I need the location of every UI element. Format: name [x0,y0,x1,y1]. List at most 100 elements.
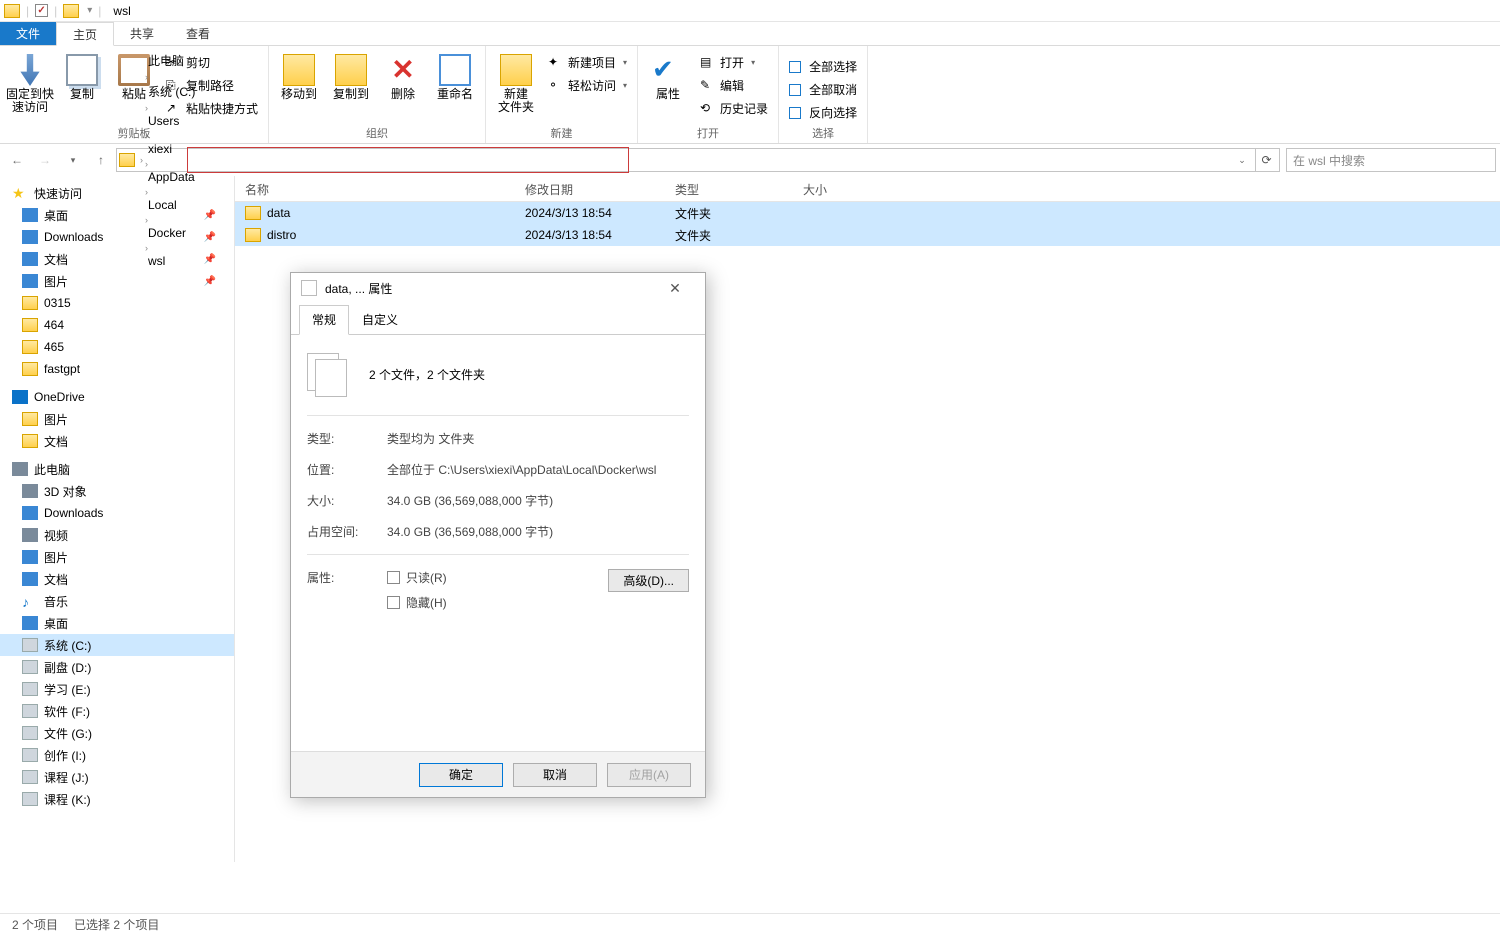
nav-icon [22,572,38,586]
breadcrumb-item[interactable]: xiexi [144,142,199,156]
select-all-button[interactable]: 全部选择 [785,56,861,77]
delete-button[interactable]: ✕删除 [379,50,427,101]
table-row[interactable]: data 2024/3/13 18:54 文件夹 [235,202,1500,224]
nav-item[interactable]: 文档 [0,568,234,590]
tab-custom[interactable]: 自定义 [349,305,411,334]
cancel-button[interactable]: 取消 [513,763,597,787]
nav-icon [22,318,38,332]
easy-access-button[interactable]: ⚬轻松访问▾ [544,75,631,96]
hidden-checkbox[interactable]: 隐藏(H) [387,594,608,611]
edit-button[interactable]: ✎编辑 [696,75,772,96]
nav-item[interactable]: 文件 (G:) [0,722,234,744]
pin-icon: 📌 [204,254,216,265]
breadcrumb-item[interactable]: wsl [144,254,199,268]
breadcrumb-item[interactable]: Users [144,114,199,128]
pin-icon [14,54,46,86]
address-bar[interactable]: › 此电脑›系统 (C:)›Users›xiexi›AppData›Local›… [116,148,1280,172]
nav-item[interactable]: fastgpt [0,358,234,380]
chevron-right-icon[interactable]: › [144,215,149,225]
new-folder-button[interactable]: 新建 文件夹 [492,50,540,114]
rename-button[interactable]: 重命名 [431,50,479,101]
nav-item[interactable]: 文档 [0,430,234,452]
nav-item[interactable]: 学习 (E:) [0,678,234,700]
folder-icon [119,153,135,167]
breadcrumb-item[interactable]: Docker [144,226,199,240]
chevron-right-icon[interactable]: › [144,72,149,82]
back-button[interactable]: ← [4,147,30,173]
nav-label: 图片 [44,273,68,290]
nav-item[interactable]: 464 [0,314,234,336]
invert-selection-button[interactable]: 反向选择 [785,102,861,123]
copy-to-button[interactable]: 复制到 [327,50,375,101]
history-button[interactable]: ⟲历史记录 [696,98,772,119]
copy-button[interactable]: 复制 [58,50,106,101]
nav-pane[interactable]: ★快速访问桌面📌Downloads📌文档📌图片📌0315464465fastgp… [0,176,235,862]
nav-item[interactable]: 0315 [0,292,234,314]
nav-item[interactable]: 图片 [0,408,234,430]
tab-share[interactable]: 共享 [114,22,170,45]
nav-item[interactable]: 桌面 [0,612,234,634]
breadcrumb-item[interactable]: AppData [144,170,199,184]
nav-icon [22,362,38,376]
copyto-icon [335,54,367,86]
nav-item[interactable]: 视频 [0,524,234,546]
tab-general[interactable]: 常规 [299,305,349,335]
chevron-right-icon[interactable]: › [144,159,149,169]
nav-item[interactable]: 3D 对象 [0,480,234,502]
col-type[interactable]: 类型 [665,176,793,201]
chevron-right-icon[interactable]: › [144,187,149,197]
nav-item[interactable]: 课程 (K:) [0,788,234,810]
select-none-button[interactable]: 全部取消 [785,79,861,100]
tab-file[interactable]: 文件 [0,22,56,45]
recent-dropdown[interactable]: ▾ [60,147,86,173]
nav-this-pc[interactable]: 此电脑 [0,458,234,480]
qat-checkbox-icon[interactable]: ✓ [35,4,48,17]
table-row[interactable]: distro 2024/3/13 18:54 文件夹 [235,224,1500,246]
nav-item[interactable]: 图片 [0,546,234,568]
nav-item[interactable]: Downloads [0,502,234,524]
nav-item[interactable]: ♪音乐 [0,590,234,612]
pin-to-quick-access-button[interactable]: 固定到快 速访问 [6,50,54,114]
nav-item[interactable]: 系统 (C:) [0,634,234,656]
tab-home[interactable]: 主页 [56,22,114,46]
readonly-checkbox[interactable]: 只读(R) [387,569,608,586]
tab-view[interactable]: 查看 [170,22,226,45]
file-name: distro [267,228,296,242]
edit-icon: ✎ [700,78,716,94]
search-input[interactable]: 在 wsl 中搜索 [1286,148,1496,172]
nav-item[interactable]: 软件 (F:) [0,700,234,722]
move-to-button[interactable]: 移动到 [275,50,323,101]
nav-item[interactable]: 副盘 (D:) [0,656,234,678]
apply-button[interactable]: 应用(A) [607,763,691,787]
nav-icon [22,252,38,266]
chevron-right-icon[interactable]: › [144,131,149,141]
open-button[interactable]: ▤打开▾ [696,52,772,73]
nav-item[interactable]: 图片📌 [0,270,234,292]
nav-item[interactable]: 465 [0,336,234,358]
col-name[interactable]: 名称 [235,176,515,201]
breadcrumb-item[interactable]: Local [144,198,199,212]
col-size[interactable]: 大小 [793,176,873,201]
dialog-titlebar[interactable]: data, ... 属性 ✕ [291,273,705,303]
col-date[interactable]: 修改日期 [515,176,665,201]
address-dropdown[interactable]: ⌄ [1229,147,1255,173]
close-button[interactable]: ✕ [655,274,695,302]
breadcrumb-item[interactable]: 此电脑 [144,52,199,69]
chevron-right-icon[interactable]: › [144,103,149,113]
nav-item[interactable]: 课程 (J:) [0,766,234,788]
nav-onedrive[interactable]: OneDrive [0,386,234,408]
ok-button[interactable]: 确定 [419,763,503,787]
files-icon [307,353,349,395]
window-title: wsl [113,4,130,18]
up-button[interactable]: ↑ [88,147,114,173]
properties-button[interactable]: ✔属性 [644,50,692,101]
nav-item[interactable]: 创作 (I:) [0,744,234,766]
forward-button[interactable]: → [32,147,58,173]
refresh-button[interactable]: ⟳ [1255,149,1277,171]
breadcrumb-item[interactable]: 系统 (C:) [144,83,199,100]
group-label: 打开 [644,125,772,141]
new-item-button[interactable]: ✦新建项目▾ [544,52,631,73]
chevron-right-icon[interactable]: › [144,243,149,253]
document-icon [301,280,317,296]
advanced-button[interactable]: 高级(D)... [608,569,689,592]
